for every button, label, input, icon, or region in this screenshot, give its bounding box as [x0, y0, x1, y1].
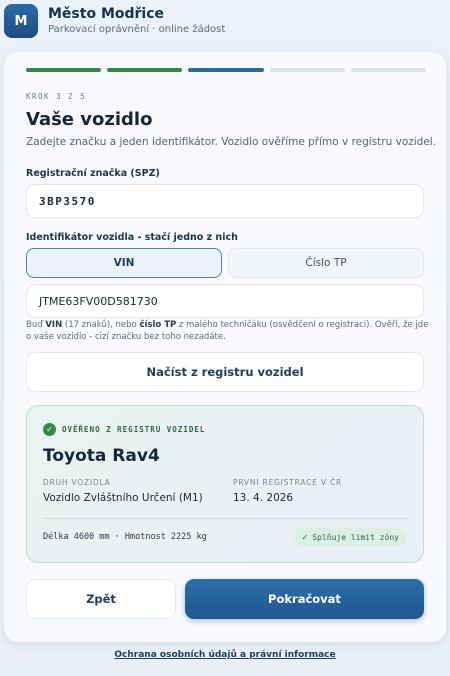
privacy-link[interactable]: Ochrana osobních údajů a právní informac… [0, 650, 450, 660]
zone-limit-text: Splňuje limit zóny [312, 532, 399, 542]
app-logo: M [4, 4, 38, 38]
header-text: Město Modřice Parkovací oprávnění · onli… [48, 5, 225, 37]
step-description: Zadejte značku a jeden identifikátor. Vo… [26, 136, 437, 148]
progress-bar [26, 68, 427, 72]
tab-cislo-tp[interactable]: Číslo TP [228, 248, 424, 278]
load-registry-button[interactable]: Načíst z registru vozidel [26, 352, 424, 392]
progress-segment [26, 68, 102, 72]
vehicle-specs: Délka 4600 mm · Hmotnost 2225 kg [43, 532, 207, 542]
progress-segment [188, 68, 264, 72]
first-registration-label: PRVNÍ REGISTRACE V ČR [233, 478, 343, 487]
progress-segment [107, 68, 183, 72]
check-icon: ✓ [301, 532, 309, 542]
verified-badge: ✓ OVĚŘENO Z REGISTRU VOZIDEL [43, 423, 205, 436]
verified-text: OVĚŘENO Z REGISTRU VOZIDEL [62, 425, 206, 434]
progress-segment [350, 68, 427, 72]
form-card: KROK 3 Z 5 Vaše vozidlo Zadejte značku a… [4, 52, 446, 642]
vehicle-type-label: DRUH VOZIDLA [43, 478, 111, 487]
progress-segment [269, 68, 345, 72]
vehicle-type-value: Vozidlo Zvláštního Určení (M1) [43, 492, 203, 504]
identifier-hint: Buď VIN (17 znaků), nebo číslo TP z malé… [26, 320, 429, 342]
app-title: Město Modřice [48, 6, 165, 22]
app-subtitle: Parkovací oprávnění · online žádost [48, 24, 226, 35]
plate-label: Registrační značka (SPZ) [26, 168, 160, 179]
verified-vehicle-panel: ✓ OVĚŘENO Z REGISTRU VOZIDEL Toyota Rav4… [26, 405, 424, 563]
tab-vin[interactable]: VIN [26, 248, 222, 278]
zone-limit-badge: ✓ Splňuje limit zóny [293, 528, 407, 546]
vin-input[interactable]: JTME63FV00D581730 [26, 284, 424, 318]
step-title: Vaše vozidlo [26, 109, 153, 130]
step-counter: KROK 3 Z 5 [26, 92, 87, 101]
vehicle-name: Toyota Rav4 [43, 446, 160, 466]
identifier-label: Identifikátor vozidla - stačí jedno z ni… [26, 232, 238, 243]
check-circle-icon: ✓ [43, 423, 56, 436]
plate-input[interactable]: 3BP3570 [26, 184, 424, 218]
continue-button[interactable]: Pokračovat [185, 579, 424, 619]
panel-divider [43, 518, 407, 519]
back-button[interactable]: Zpět [26, 579, 176, 619]
app-header: M Město Modřice Parkovací oprávnění · on… [4, 4, 225, 38]
first-registration-value: 13. 4. 2026 [233, 492, 294, 504]
